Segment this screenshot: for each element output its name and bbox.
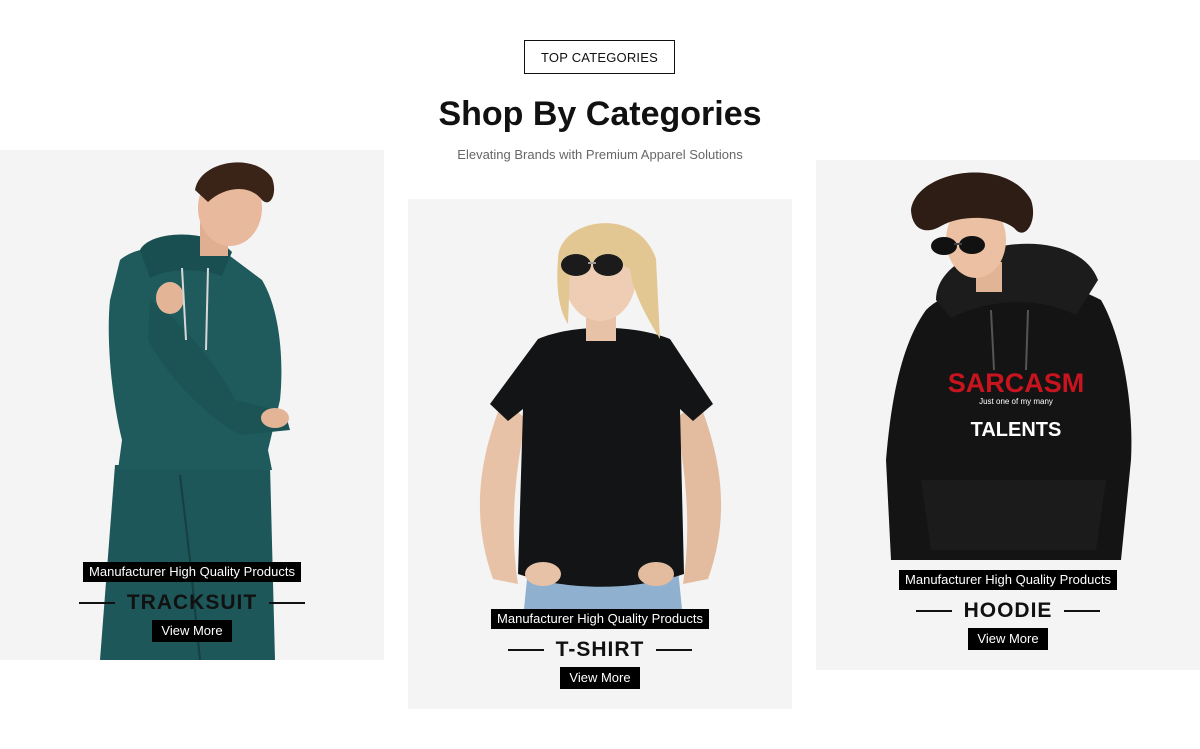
quality-tag: Manufacturer High Quality Products: [83, 562, 301, 582]
category-card-tshirt[interactable]: Manufacturer High Quality Products T-SHI…: [408, 199, 792, 709]
category-name-row: HOODIE: [915, 598, 1101, 624]
hoodie-caption: Manufacturer High Quality Products HOODI…: [816, 570, 1200, 650]
category-name-row: T-SHIRT: [507, 637, 693, 663]
divider-right: [269, 602, 306, 604]
category-name: T-SHIRT: [555, 638, 645, 661]
divider-left: [78, 602, 115, 604]
view-more-button[interactable]: View More: [152, 620, 232, 642]
top-categories-label: TOP CATEGORIES: [541, 49, 658, 65]
category-name: HOODIE: [963, 599, 1053, 622]
hoodie-print-line-3: TALENTS: [971, 419, 1062, 441]
view-more-button[interactable]: View More: [968, 628, 1048, 650]
divider-right: [656, 649, 693, 651]
category-card-hoodie[interactable]: SARCASM Just one of my many TALENTS Manu…: [816, 160, 1200, 670]
divider-right: [1064, 610, 1101, 612]
quality-tag: Manufacturer High Quality Products: [491, 609, 709, 629]
category-name: TRACKSUIT: [126, 591, 258, 614]
divider-left: [507, 649, 544, 651]
quality-tag: Manufacturer High Quality Products: [899, 570, 1117, 590]
tshirt-caption: Manufacturer High Quality Products T-SHI…: [408, 609, 792, 689]
tracksuit-caption: Manufacturer High Quality Products TRACK…: [0, 562, 384, 642]
category-page: TOP CATEGORIES Shop By Categories Elevat…: [0, 0, 1200, 749]
divider-left: [915, 610, 952, 612]
hoodie-print-line-1: SARCASM: [948, 368, 1085, 398]
page-title: Shop By Categories: [438, 95, 762, 133]
top-categories-badge[interactable]: TOP CATEGORIES: [524, 40, 675, 74]
category-name-row: TRACKSUIT: [78, 590, 306, 616]
category-card-tracksuit[interactable]: Manufacturer High Quality Products TRACK…: [0, 150, 384, 660]
view-more-button[interactable]: View More: [560, 667, 640, 689]
hoodie-print-line-2: Just one of my many: [979, 397, 1053, 406]
